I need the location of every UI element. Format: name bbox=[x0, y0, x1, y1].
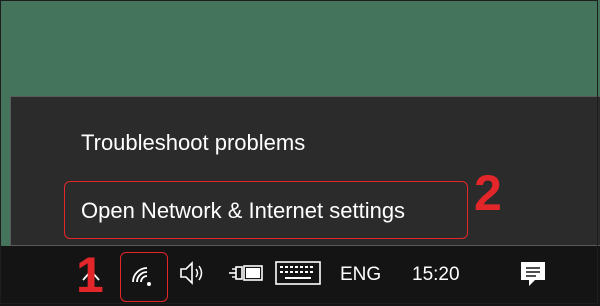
callout-box-open-settings bbox=[64, 181, 468, 239]
language-indicator[interactable]: ENG bbox=[340, 260, 381, 290]
step-number-2: 2 bbox=[474, 165, 502, 221]
notification-icon[interactable] bbox=[515, 256, 551, 292]
keyboard-icon[interactable] bbox=[274, 258, 322, 288]
volume-icon[interactable] bbox=[178, 258, 208, 288]
callout-box-wifi bbox=[120, 252, 168, 302]
power-icon[interactable] bbox=[226, 258, 266, 288]
menu-item-troubleshoot-problems[interactable]: Troubleshoot problems bbox=[81, 130, 305, 156]
clock[interactable]: 15:20 bbox=[412, 260, 460, 290]
step-number-1: 1 bbox=[76, 247, 104, 303]
